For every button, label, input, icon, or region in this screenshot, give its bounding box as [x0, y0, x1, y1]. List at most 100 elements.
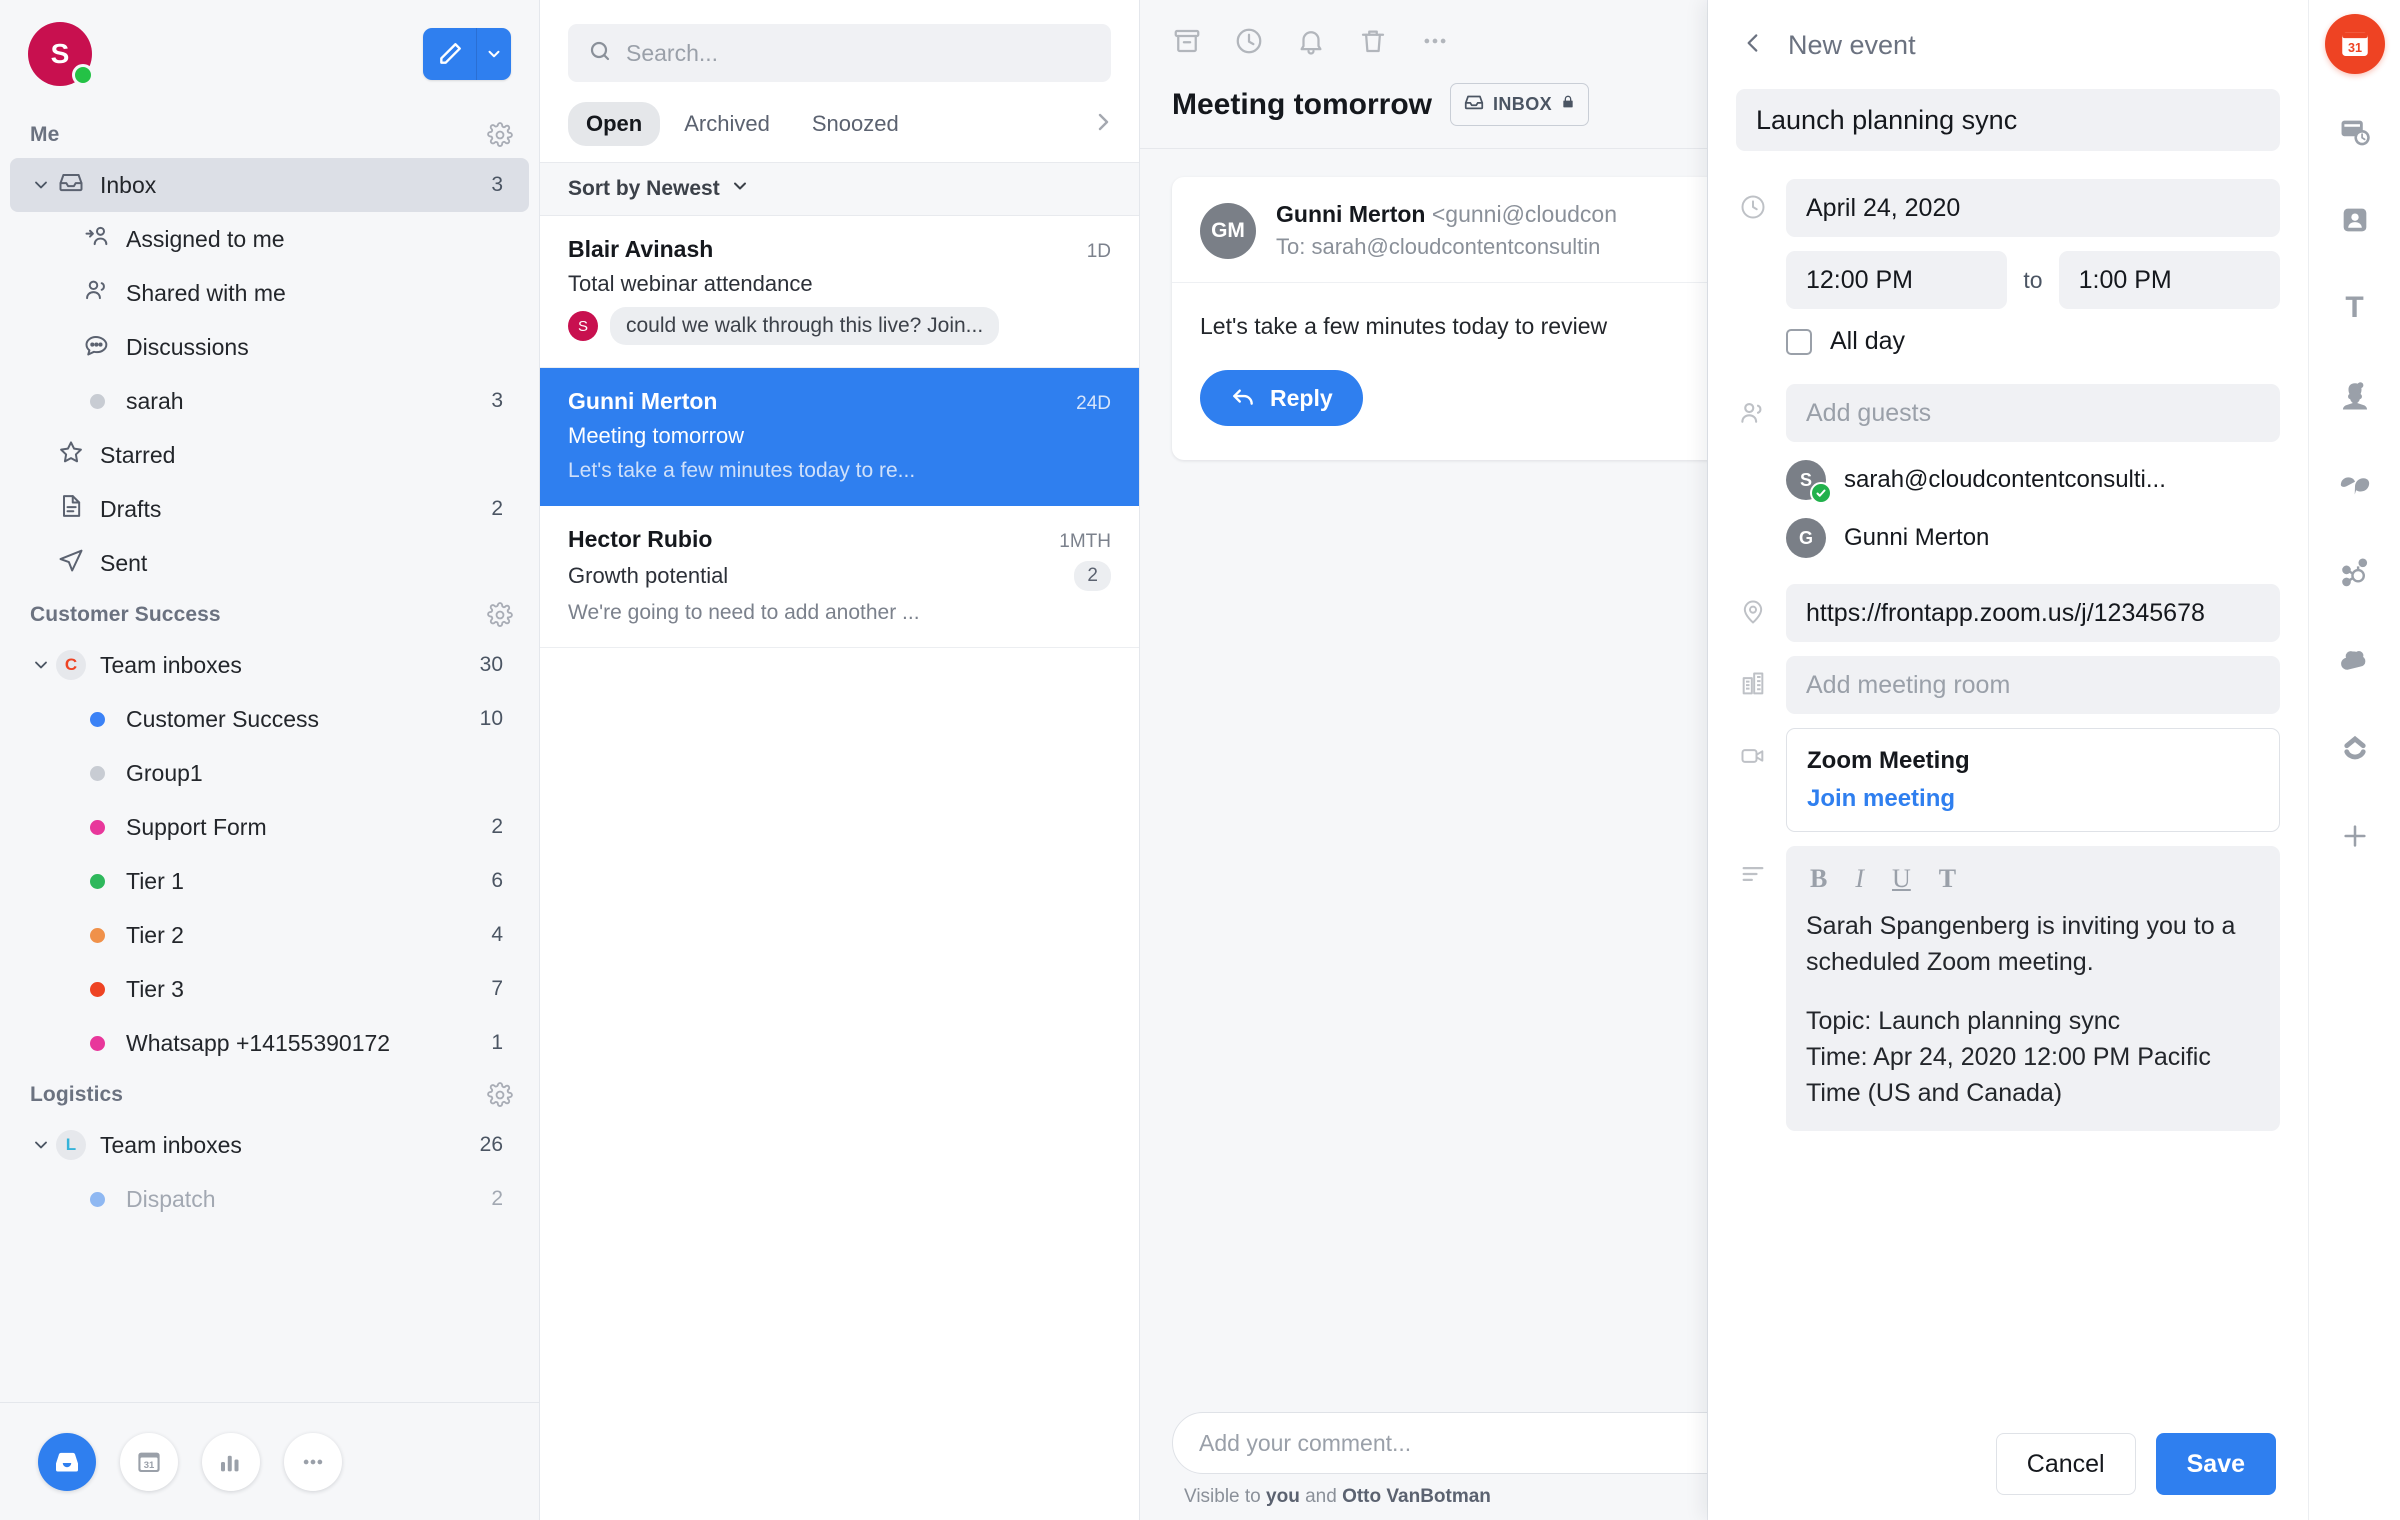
- reply-arrow-icon: [1230, 382, 1256, 414]
- sidebar-item-sarah[interactable]: sarah 3: [10, 374, 529, 428]
- add-guests-input[interactable]: Add guests: [1786, 384, 2280, 442]
- all-day-checkbox[interactable]: [1786, 328, 1812, 355]
- sidebar-item-tier-1[interactable]: Tier 1 6: [10, 854, 529, 908]
- chevron-down-icon[interactable]: [28, 175, 54, 195]
- event-start-time-input[interactable]: 12:00 PM: [1786, 251, 2008, 309]
- italic-icon[interactable]: I: [1855, 864, 1864, 894]
- list-item-time: 1MTH: [1059, 531, 1111, 552]
- bell-icon[interactable]: [1296, 26, 1326, 61]
- sidebar-item-shared-with-me[interactable]: Shared with me: [10, 266, 529, 320]
- guest-item[interactable]: Ssarah@cloudcontentconsulti...: [1786, 460, 2280, 504]
- clear-format-icon[interactable]: T: [1939, 864, 1956, 894]
- description-paragraph-2-line-1: Topic: Launch planning sync: [1806, 1006, 2121, 1035]
- text-tool-icon[interactable]: T: [2325, 278, 2385, 338]
- trash-icon[interactable]: [1358, 26, 1388, 61]
- guest-item[interactable]: G Gunni Merton: [1786, 518, 2280, 558]
- avatar: GM: [1200, 202, 1256, 259]
- cloud-icon[interactable]: [2325, 630, 2385, 690]
- comment-input[interactable]: Add your comment...: [1172, 1412, 1707, 1474]
- list-item[interactable]: Blair Avinash 1D Total webinar attendance S…: [540, 216, 1139, 368]
- assigned-user-icon: [83, 222, 111, 256]
- building-icon: [1736, 656, 1770, 698]
- sidebar-item-inbox[interactable]: Inbox 3: [10, 158, 529, 212]
- chevron-left-icon[interactable]: [1740, 30, 1766, 61]
- tab-archived[interactable]: Archived: [666, 102, 788, 146]
- event-title-input[interactable]: Launch planning sync: [1736, 89, 2280, 151]
- sidebar-item-tier-3[interactable]: Tier 3 7: [10, 962, 529, 1016]
- reply-button[interactable]: Reply: [1200, 370, 1363, 426]
- save-button[interactable]: Save: [2155, 1433, 2276, 1495]
- event-end-time-input[interactable]: 1:00 PM: [2058, 251, 2280, 309]
- sidebar-item-team-inboxes[interactable]: C Team inboxes 30: [10, 638, 529, 692]
- archive-icon[interactable]: [1172, 26, 1202, 61]
- meeting-room-input[interactable]: Add meeting room: [1786, 656, 2280, 714]
- bold-icon[interactable]: B: [1810, 864, 1827, 894]
- message-from-email: <gunni@cloudcon: [1431, 201, 1617, 227]
- pencil-icon[interactable]: [423, 28, 477, 80]
- panel-body: Launch planning sync April 24, 2020 12:0…: [1708, 83, 2308, 1408]
- sidebar-nav: Me Inbox 3 Assigned to me Shared with me Disc…: [0, 96, 539, 1402]
- add-plugin-icon[interactable]: [2325, 806, 2385, 866]
- conversation-header: Meeting tomorrow INBOX: [1140, 61, 1707, 149]
- sidebar-item-drafts[interactable]: Drafts 2: [10, 482, 529, 536]
- avatar-person-icon[interactable]: [2325, 366, 2385, 426]
- sort-control[interactable]: Sort by Newest: [540, 162, 1139, 216]
- sidebar-item-starred[interactable]: Starred: [10, 428, 529, 482]
- contact-card-icon[interactable]: [2325, 190, 2385, 250]
- list-item[interactable]: Hector Rubio 1MTH Growth potential 2 We're g…: [540, 506, 1139, 648]
- sidebar-item-tier-2[interactable]: Tier 2 4: [10, 908, 529, 962]
- gear-icon[interactable]: [487, 122, 513, 148]
- inbox-icon: [1463, 91, 1485, 118]
- sidebar-item-support-form[interactable]: Support Form 2: [10, 800, 529, 854]
- message-header: GM Gunni Merton <gunni@cloudcon To: sara…: [1172, 177, 1707, 283]
- chevron-down-icon[interactable]: [28, 655, 54, 675]
- search-input[interactable]: Search...: [568, 24, 1111, 82]
- list-item-sender: Blair Avinash: [568, 236, 714, 262]
- conversation-list-column: Search... Open Archived Snoozed Sort by Ne…: [540, 0, 1140, 1520]
- cancel-button[interactable]: Cancel: [1995, 1433, 2136, 1495]
- event-date-input[interactable]: April 24, 2020: [1786, 179, 2280, 237]
- tab-snoozed[interactable]: Snoozed: [794, 102, 917, 146]
- status-dot: [89, 711, 105, 727]
- hubspot-icon[interactable]: [2325, 542, 2385, 602]
- reply-label: Reply: [1270, 384, 1333, 411]
- underline-icon[interactable]: U: [1892, 864, 1911, 894]
- chevron-down-icon[interactable]: [477, 28, 511, 80]
- panel-title: New event: [1788, 30, 1916, 60]
- status-badge[interactable]: INBOX: [1450, 83, 1590, 126]
- gear-icon[interactable]: [487, 602, 513, 628]
- tabs-more-icon[interactable]: [1091, 110, 1115, 139]
- snooze-box-icon[interactable]: [2325, 102, 2385, 162]
- description-editor[interactable]: B I U T Sarah Spangenberg is inviting yo…: [1786, 846, 2280, 1132]
- salesforce-icon[interactable]: [2325, 718, 2385, 778]
- sidebar-item-whatsapp-14155390172[interactable]: Whatsapp +14155390172 1: [10, 1016, 529, 1070]
- chevron-down-icon[interactable]: [28, 1135, 54, 1155]
- sidebar-item-team-inboxes[interactable]: L Team inboxes 26: [10, 1118, 529, 1172]
- calendar-31-icon[interactable]: 31: [2324, 14, 2385, 74]
- list-item[interactable]: Gunni Merton 24D Meeting tomorrow Let's tak…: [540, 368, 1139, 506]
- sidebar-item-sent[interactable]: Sent: [10, 536, 529, 590]
- gear-icon[interactable]: [487, 1082, 513, 1108]
- sidebar-item-customer-success[interactable]: Customer Success 10: [10, 692, 529, 746]
- snooze-clock-icon[interactable]: [1234, 26, 1264, 61]
- join-meeting-link[interactable]: Join meeting: [1807, 785, 2259, 813]
- tab-open[interactable]: Open: [568, 102, 661, 146]
- calendar-icon[interactable]: 31: [120, 1432, 178, 1491]
- text-tool-label: T: [2345, 291, 2364, 324]
- analytics-icon[interactable]: [202, 1432, 260, 1491]
- event-location-input[interactable]: https://frontapp.zoom.us/j/12345678: [1786, 584, 2280, 642]
- drift-icon[interactable]: [2325, 454, 2385, 514]
- more-icon[interactable]: [1420, 26, 1450, 61]
- compose-button[interactable]: [423, 28, 511, 80]
- sidebar-item-assigned-to-me[interactable]: Assigned to me: [10, 212, 529, 266]
- more-icon[interactable]: [284, 1432, 342, 1491]
- sidebar-item-label: Shared with me: [126, 279, 286, 306]
- align-left-icon: [1736, 846, 1770, 888]
- sidebar-item-discussions[interactable]: Discussions: [10, 320, 529, 374]
- avatar[interactable]: S: [28, 22, 94, 86]
- sidebar-item-group1[interactable]: Group1: [10, 746, 529, 800]
- sidebar-item-dispatch[interactable]: Dispatch 2: [10, 1172, 529, 1226]
- event-time-row: 12:00 PM to 1:00 PM: [1786, 251, 2280, 309]
- inbox-icon[interactable]: [38, 1432, 96, 1491]
- all-day-toggle[interactable]: All day: [1786, 327, 2280, 356]
